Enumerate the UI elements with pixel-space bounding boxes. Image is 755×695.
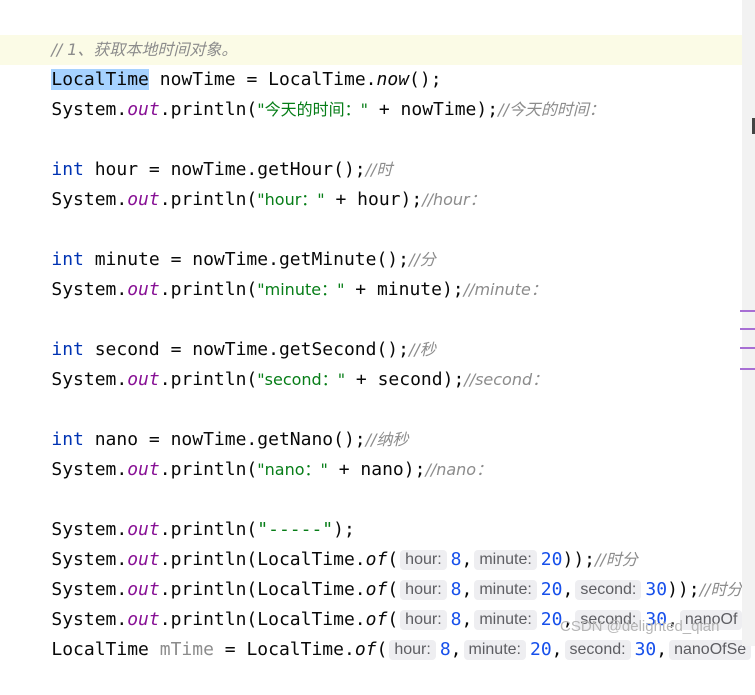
code-line-second-decl[interactable]: int second = nowTime.getSecond();//秒 [8,305,435,360]
string-literal: "minute：" [257,280,345,299]
comment-text: //minute： [463,280,547,299]
string-literal: "今天的时间：" [257,100,369,119]
code-line-of-hour-minute[interactable]: System.out.println(LocalTime.of(hour: 8, m… [8,515,638,570]
code-line-comment[interactable]: // 1、获取本地时间对象。 [8,5,237,59]
comment-text: //second： [464,370,549,389]
code-line-nano-decl[interactable]: int nano = nowTime.getNano();//纳秒 [8,395,408,450]
number-literal: 8 [439,639,451,660]
comment-text: //nano： [425,460,493,479]
method-token: .println( [159,369,258,390]
number-literal: 20 [529,639,552,660]
code-line-second-print[interactable]: System.out.println("second：" + second);/… [8,335,548,390]
paren-token: ( [376,639,388,660]
field-token: out [127,459,160,480]
param-hint-second: second: [564,640,631,660]
class-token: System. [51,459,128,480]
comma-token: , [450,639,462,660]
type-token: LocalTime [51,639,149,660]
class-token: System. [51,189,128,210]
field-token: out [127,99,160,120]
comma-token: , [656,639,668,660]
operator-token: = LocalTime. [213,639,355,660]
expression-token: + second); [345,369,465,390]
code-line-hour-print[interactable]: System.out.println("hour：" + hour);//hou… [8,155,485,210]
expression-token: + nowTime); [368,99,499,120]
scrollbar-error-marker[interactable] [740,347,755,349]
code-line-minute-print[interactable]: System.out.println("minute：" + minute);/… [8,245,547,300]
scrollbar-error-marker[interactable] [740,368,755,370]
code-line-dash-print[interactable]: System.out.println("-----"); [8,485,354,540]
string-literal: "nano：" [257,460,328,479]
method-token: .println( [159,279,258,300]
unused-variable-token: mTime [159,639,214,660]
method-token: .println( [159,459,258,480]
method-token: .println( [159,99,258,120]
code-line-print-now[interactable]: System.out.println("今天的时间：" + nowTime);/… [8,65,605,120]
param-hint-hour: hour: [389,640,436,660]
method-token: .println( [159,189,258,210]
param-hint-nano: nanoOfSe [669,640,752,660]
code-line-hour-decl[interactable]: int hour = nowTime.getHour();//时 [8,125,392,180]
vertical-scrollbar[interactable] [742,0,755,646]
static-method-token: of [354,639,377,660]
comma-token: , [551,639,563,660]
field-token: out [127,189,160,210]
class-token: System. [51,99,128,120]
code-line-minute-decl[interactable]: int minute = nowTime.getMinute();//分 [8,215,435,270]
scrollbar-error-marker[interactable] [740,328,755,330]
string-literal: "second：" [257,370,346,389]
code-line-of-full[interactable]: System.out.println(LocalTime.of(hour: 8, m… [8,575,746,630]
expression-token: + hour); [324,189,423,210]
code-line-of-hour-minute-second[interactable]: System.out.println(LocalTime.of(hour: 8, m… [8,545,742,600]
comment-text: //今天的时间： [498,100,605,119]
code-line-nano-print[interactable]: System.out.println("nano：" + nano);//nan… [8,425,492,480]
watermark: CSDN @delighted_qian [560,618,720,635]
class-token: System. [51,279,128,300]
param-hint-minute: minute: [463,640,526,660]
scrollbar-error-marker[interactable] [740,310,755,312]
field-token: out [127,279,160,300]
code-editor[interactable]: // 1、获取本地时间对象。 LocalTime nowTime = Local… [0,0,752,660]
string-literal: "hour：" [257,190,325,209]
number-literal: 30 [634,639,657,660]
comment-text: //hour： [422,190,486,209]
code-line-localtime-now[interactable]: LocalTime nowTime = LocalTime.now(); [8,35,442,90]
field-token: out [127,369,160,390]
expression-token: + nano); [327,459,426,480]
expression-token: + minute); [344,279,464,300]
class-token: System. [51,369,128,390]
